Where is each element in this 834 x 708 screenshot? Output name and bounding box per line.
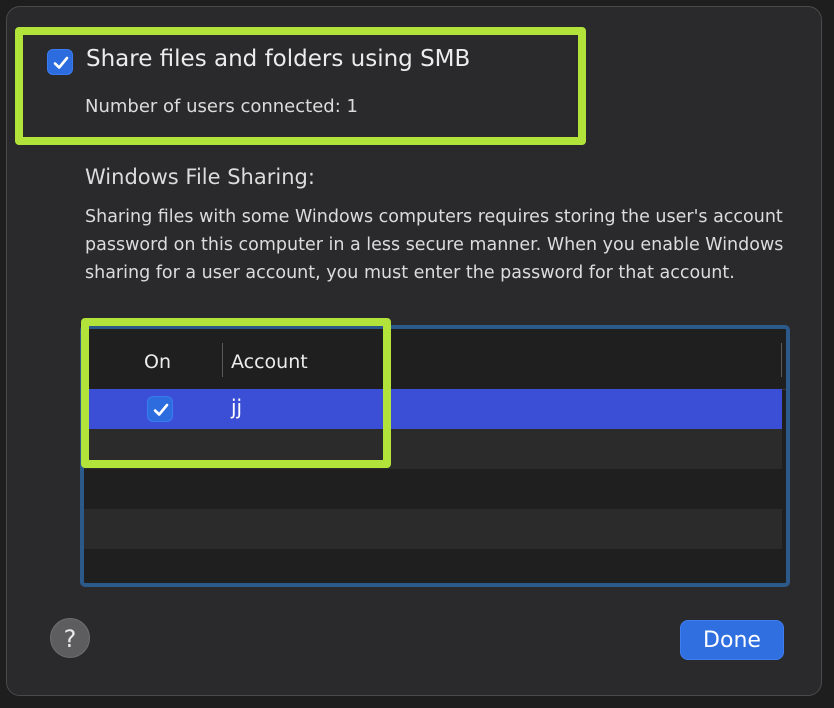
done-button[interactable]: Done — [680, 620, 784, 660]
row-on-checkbox[interactable] — [147, 396, 173, 422]
windows-file-sharing-title: Windows File Sharing: — [85, 165, 315, 189]
column-divider[interactable] — [222, 343, 223, 377]
column-divider — [781, 343, 782, 377]
smb-share-checkbox[interactable] — [47, 49, 73, 75]
windows-file-sharing-description: Sharing files with some Windows computer… — [85, 207, 784, 283]
column-header-account[interactable]: Account — [231, 351, 308, 373]
row-account-name: jj — [231, 395, 243, 419]
checkmark-icon — [153, 403, 169, 416]
table-row[interactable]: jj — [84, 389, 782, 429]
table-header: On Account — [84, 329, 786, 390]
column-header-on[interactable]: On — [144, 351, 171, 373]
empty-row — [84, 469, 782, 509]
checkmark-icon — [53, 56, 69, 69]
users-connected-count: Number of users connected: 1 — [85, 96, 358, 117]
accounts-table[interactable]: On Account jj — [80, 325, 790, 587]
empty-row — [84, 509, 782, 549]
help-button[interactable]: ? — [50, 618, 90, 658]
smb-share-label: Share files and folders using SMB — [86, 46, 471, 72]
empty-row — [84, 429, 782, 469]
